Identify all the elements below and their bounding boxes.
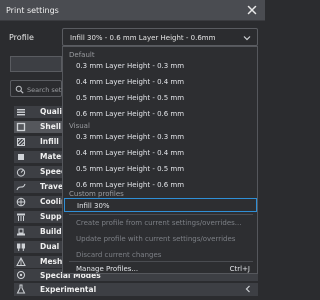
- menu-item-create-profile[interactable]: Create profile from current settings/ove…: [63, 216, 257, 229]
- menu-item-profile-selected[interactable]: Infill 30%: [64, 198, 257, 212]
- profile-dropdown-menu: Default 0.3 mm Layer Height - 0.3 mm 0.4…: [62, 46, 258, 274]
- menu-separator: [69, 214, 253, 215]
- category-dual-extrusion[interactable]: Dual E: [14, 241, 67, 253]
- category-quality[interactable]: Quality: [14, 106, 70, 118]
- category-support[interactable]: Suppo: [14, 211, 67, 223]
- close-icon[interactable]: [245, 3, 259, 17]
- menu-item-profile[interactable]: 0.3 mm Layer Height - 0.3 mm: [63, 130, 257, 143]
- chevron-left-icon: [244, 285, 252, 293]
- menu-item-discard-changes[interactable]: Discard current changes: [63, 248, 257, 261]
- menu-item-profile[interactable]: 0.3 mm Layer Height - 0.3 mm: [63, 59, 257, 72]
- cooling-icon: [16, 197, 26, 207]
- title-bar: Print settings: [0, 0, 265, 21]
- travel-icon: [16, 182, 26, 192]
- category-label: Mesh: [40, 257, 63, 266]
- infill-icon: [16, 137, 26, 147]
- menu-item-update-profile[interactable]: Update profile with current settings/ove…: [63, 232, 257, 245]
- category-speed[interactable]: Speed: [14, 166, 66, 178]
- build-plate-icon: [16, 227, 26, 237]
- profile-label: Profile: [9, 33, 34, 42]
- tab-button[interactable]: [10, 56, 62, 72]
- quality-icon: [16, 107, 26, 117]
- category-cooling[interactable]: Coolin: [14, 196, 66, 208]
- material-icon: [16, 152, 26, 162]
- category-label: Shell: [40, 122, 61, 131]
- profile-select[interactable]: Infill 30% - 0.6 mm Layer Height - 0.6mm: [62, 28, 258, 46]
- category-material[interactable]: Mater: [14, 151, 66, 163]
- menu-item-profile[interactable]: 0.4 mm Layer Height - 0.4 mm: [63, 75, 257, 88]
- speed-icon: [16, 167, 26, 177]
- menu-item-profile[interactable]: 0.4 mm Layer Height - 0.4 mm: [63, 146, 257, 159]
- category-label: Infill: [40, 137, 59, 146]
- shell-icon: [16, 122, 26, 132]
- category-label: Build: [40, 227, 62, 236]
- chevron-down-icon: [243, 34, 251, 42]
- support-icon: [16, 212, 26, 222]
- search-placeholder: Search setti: [27, 86, 66, 94]
- search-icon: [15, 85, 24, 94]
- category-infill[interactable]: Infill: [14, 136, 66, 148]
- menu-item-profile[interactable]: 0.5 mm Layer Height - 0.5 mm: [63, 162, 257, 175]
- window-title: Print settings: [6, 6, 59, 15]
- menu-item-profile[interactable]: 0.5 mm Layer Height - 0.5 mm: [63, 91, 257, 104]
- category-mesh[interactable]: Mesh: [14, 256, 66, 268]
- menu-item-manage-profiles[interactable]: Manage Profiles... Ctrl+J: [63, 262, 257, 273]
- special-modes-icon: [16, 270, 26, 280]
- category-build-plate[interactable]: Build: [14, 226, 66, 238]
- dual-extrusion-icon: [16, 242, 26, 252]
- category-experimental[interactable]: Experimental: [14, 283, 258, 296]
- category-shell[interactable]: Shell: [14, 121, 66, 133]
- mesh-icon: [16, 256, 26, 267]
- experimental-icon: [16, 284, 26, 294]
- category-travel[interactable]: Travel: [14, 181, 66, 193]
- category-label: Experimental: [40, 285, 97, 294]
- search-input[interactable]: Search setti: [10, 80, 66, 97]
- profile-selected-value: Infill 30% - 0.6 mm Layer Height - 0.6mm: [70, 34, 216, 42]
- shortcut-label: Ctrl+J: [229, 265, 250, 273]
